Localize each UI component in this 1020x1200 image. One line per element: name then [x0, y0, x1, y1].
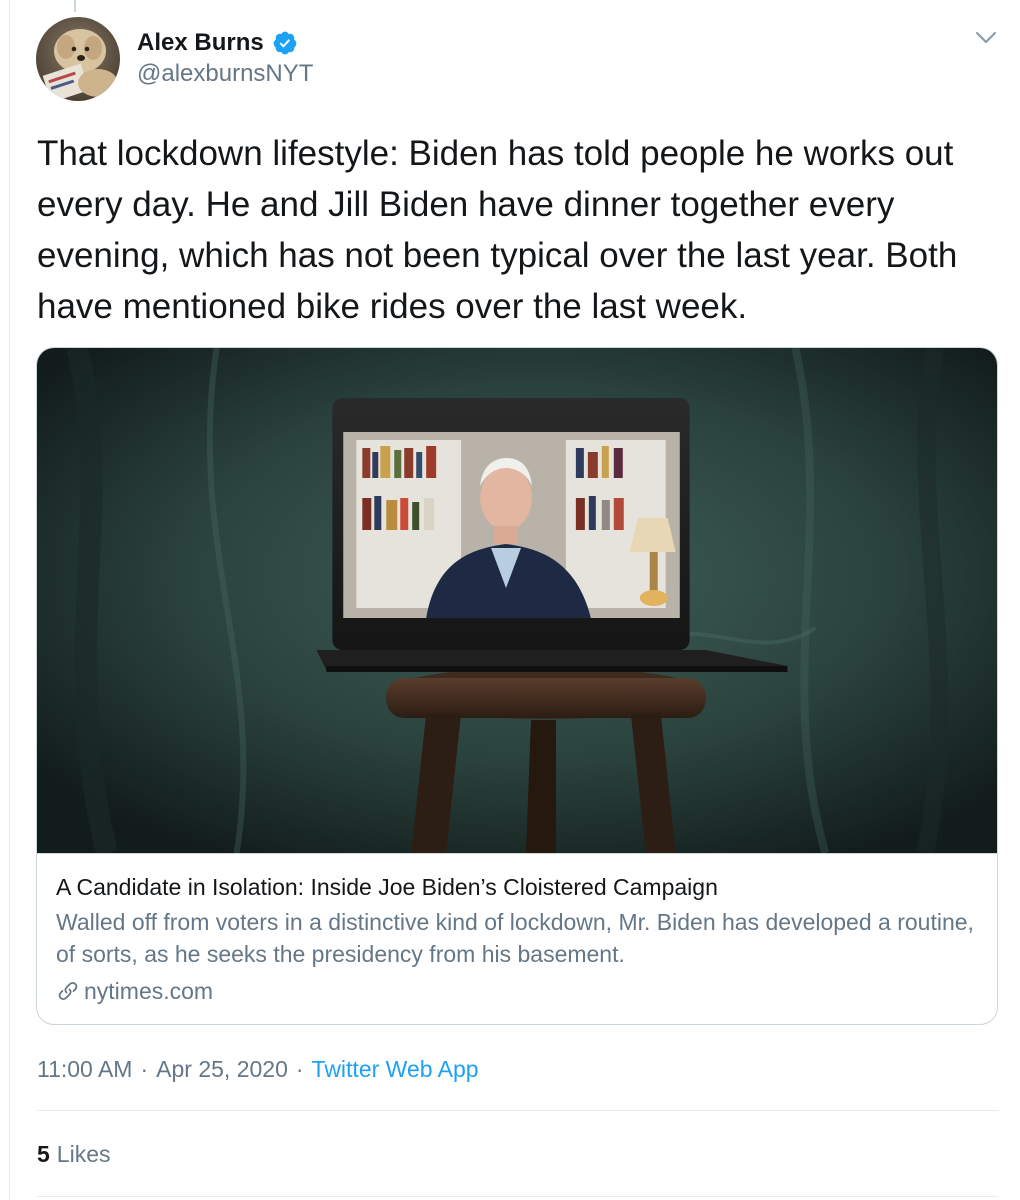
stats-divider-top	[37, 1110, 999, 1111]
author-name[interactable]: Alex Burns	[137, 29, 264, 57]
meta-separator: ·	[140, 1055, 149, 1082]
author-avatar[interactable]	[36, 17, 120, 101]
likes-stat[interactable]: 5 Likes	[37, 1137, 111, 1171]
link-preview-card[interactable]: A Candidate in Isolation: Inside Joe Bid…	[36, 347, 998, 1025]
card-description: Walled off from voters in a distinctive …	[56, 909, 974, 967]
card-domain-row: nytimes.com	[56, 975, 213, 1007]
tweet-menu-button[interactable]	[970, 24, 1002, 56]
likes-label: Likes	[56, 1140, 111, 1167]
tweet-text: That lockdown lifestyle: Biden has told …	[37, 134, 958, 326]
link-icon	[56, 979, 80, 1003]
meta-separator: ·	[295, 1055, 304, 1082]
chevron-down-icon	[975, 31, 997, 50]
thread-connector-line	[74, 0, 76, 12]
tweet-meta: 11:00 AM · Apr 25, 2020 · Twitter Web Ap…	[37, 1051, 479, 1087]
author-handle[interactable]: @alexburnsNYT	[137, 60, 313, 88]
stats-divider-bottom	[37, 1196, 999, 1197]
card-title[interactable]: A Candidate in Isolation: Inside Joe Bid…	[56, 872, 976, 902]
tweet-page: Alex Burns @alexburnsNYT That lockdown l…	[0, 0, 1020, 1200]
tweet-time[interactable]: 11:00 AM	[37, 1056, 132, 1083]
dog-avatar-image	[36, 17, 120, 101]
tweet-date[interactable]: Apr 25, 2020	[156, 1056, 288, 1083]
verified-badge-icon	[272, 30, 298, 56]
timeline-border	[9, 0, 10, 1200]
tweet-source-link[interactable]: Twitter Web App	[312, 1056, 479, 1083]
card-domain: nytimes.com	[84, 977, 214, 1004]
card-divider	[37, 853, 997, 854]
author-name-row: Alex Burns	[137, 27, 298, 59]
likes-count: 5	[37, 1140, 50, 1167]
card-image	[37, 348, 997, 853]
